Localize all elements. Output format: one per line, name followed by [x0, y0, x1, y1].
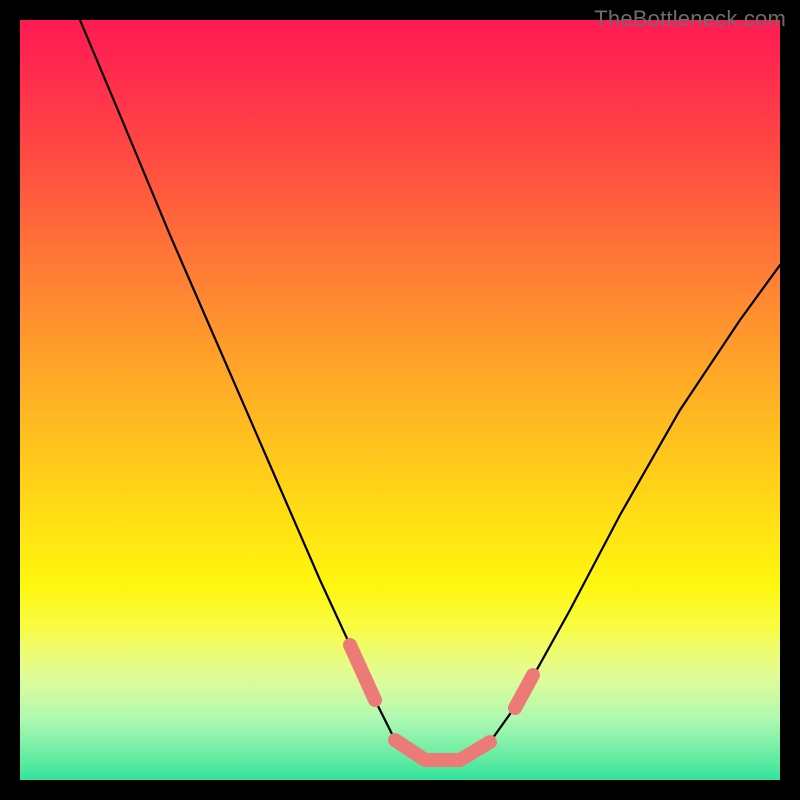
curve-svg	[20, 20, 780, 780]
highlight-pink-left	[350, 645, 375, 700]
watermark-text: TheBottleneck.com	[594, 6, 786, 32]
chart-frame: TheBottleneck.com	[0, 0, 800, 800]
highlight-pink-right	[515, 675, 533, 708]
plot-area	[20, 20, 780, 780]
bottleneck-curve	[80, 20, 780, 760]
highlight-pink-bottom	[395, 740, 490, 760]
